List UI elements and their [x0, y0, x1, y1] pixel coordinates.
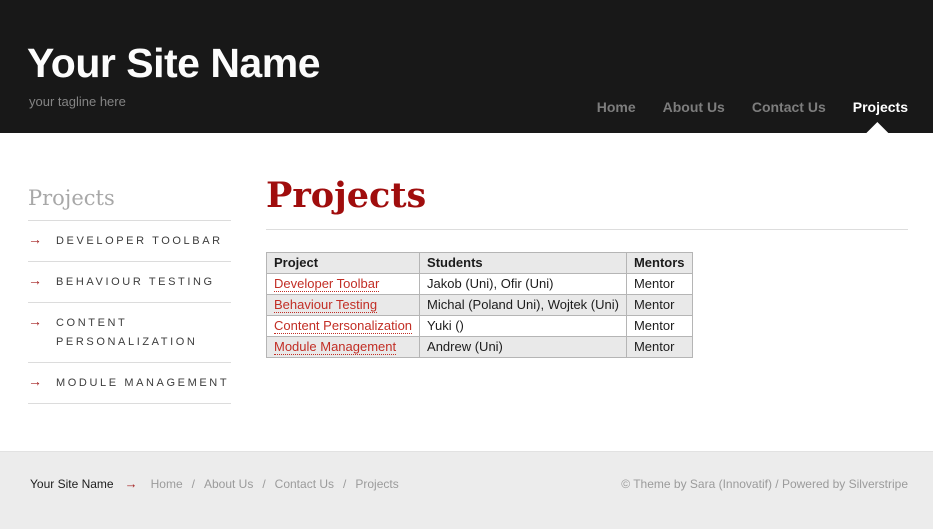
sidebar-title: Projects [28, 186, 231, 210]
students-cell: Andrew (Uni) [420, 337, 627, 358]
separator: / [260, 477, 267, 491]
projects-table: Project Students Mentors Developer Toolb… [266, 252, 693, 358]
site-footer: Your Site Name → Home / About Us / Conta… [0, 451, 933, 529]
students-cell: Jakob (Uni), Ofir (Uni) [420, 274, 627, 295]
sidebar-item-behaviour-testing[interactable]: → BEHAVIOUR TESTING [28, 262, 231, 302]
arrow-right-icon: → [28, 232, 56, 251]
table-row: Developer Toolbar Jakob (Uni), Ofir (Uni… [267, 274, 693, 295]
arrow-right-icon: → [28, 314, 56, 352]
mentors-cell: Mentor [626, 274, 692, 295]
students-cell: Yuki () [420, 316, 627, 337]
sidebar-item-module-management[interactable]: → MODULE MANAGEMENT [28, 363, 231, 403]
nav-item-home[interactable]: Home [597, 99, 636, 115]
sidebar-item-label: DEVELOPER TOOLBAR [56, 232, 223, 251]
mentors-cell: Mentor [626, 316, 692, 337]
main-navigation: Home About Us Contact Us Projects [597, 99, 908, 115]
table-row: Module Management Andrew (Uni) Mentor [267, 337, 693, 358]
site-tagline: your tagline here [29, 94, 126, 109]
footer-link-contact-us[interactable]: Contact Us [275, 477, 334, 491]
column-header-mentors: Mentors [626, 253, 692, 274]
arrow-right-icon: → [28, 273, 56, 292]
sidebar-item-label: CONTENT PERSONALIZATION [56, 314, 231, 352]
divider [266, 229, 908, 230]
sidebar-item-content-personalization[interactable]: → CONTENT PERSONALIZATION [28, 303, 231, 362]
arrow-right-icon: → [121, 476, 144, 491]
footer-link-about-us[interactable]: About Us [204, 477, 253, 491]
project-link-module-management[interactable]: Module Management [274, 339, 396, 355]
footer-breadcrumb: Your Site Name → Home / About Us / Conta… [30, 476, 399, 491]
column-header-project: Project [267, 253, 420, 274]
footer-link-projects[interactable]: Projects [355, 477, 398, 491]
sidebar-item-label: BEHAVIOUR TESTING [56, 273, 215, 292]
project-link-behaviour-testing[interactable]: Behaviour Testing [274, 297, 377, 313]
page-title: Projects [266, 175, 908, 216]
separator: / [190, 477, 197, 491]
students-cell: Michal (Poland Uni), Wojtek (Uni) [420, 295, 627, 316]
site-header: Your Site Name your tagline here Home Ab… [0, 0, 933, 133]
site-title[interactable]: Your Site Name [27, 40, 320, 87]
sidebar: Projects → DEVELOPER TOOLBAR → BEHAVIOUR… [28, 133, 231, 451]
arrow-right-icon: → [28, 374, 56, 393]
column-header-students: Students [420, 253, 627, 274]
active-tab-indicator-icon [867, 122, 889, 133]
nav-item-projects-label: Projects [853, 99, 908, 115]
nav-item-projects[interactable]: Projects [853, 99, 908, 115]
nav-item-contact-us[interactable]: Contact Us [752, 99, 826, 115]
mentors-cell: Mentor [626, 337, 692, 358]
table-header-row: Project Students Mentors [267, 253, 693, 274]
footer-copyright: © Theme by Sara (Innovatif) / Powered by… [621, 477, 908, 491]
content-area: Projects Project Students Mentors Develo… [266, 133, 908, 451]
divider [28, 403, 231, 404]
project-link-content-personalization[interactable]: Content Personalization [274, 318, 412, 334]
footer-link-home[interactable]: Home [151, 477, 183, 491]
sidebar-item-label: MODULE MANAGEMENT [56, 374, 229, 393]
project-link-developer-toolbar[interactable]: Developer Toolbar [274, 276, 379, 292]
footer-site-name[interactable]: Your Site Name [30, 477, 114, 491]
main-area: Projects → DEVELOPER TOOLBAR → BEHAVIOUR… [0, 133, 933, 451]
table-row: Behaviour Testing Michal (Poland Uni), W… [267, 295, 693, 316]
separator: / [341, 477, 348, 491]
nav-item-about-us[interactable]: About Us [663, 99, 725, 115]
sidebar-item-developer-toolbar[interactable]: → DEVELOPER TOOLBAR [28, 221, 231, 261]
mentors-cell: Mentor [626, 295, 692, 316]
table-row: Content Personalization Yuki () Mentor [267, 316, 693, 337]
